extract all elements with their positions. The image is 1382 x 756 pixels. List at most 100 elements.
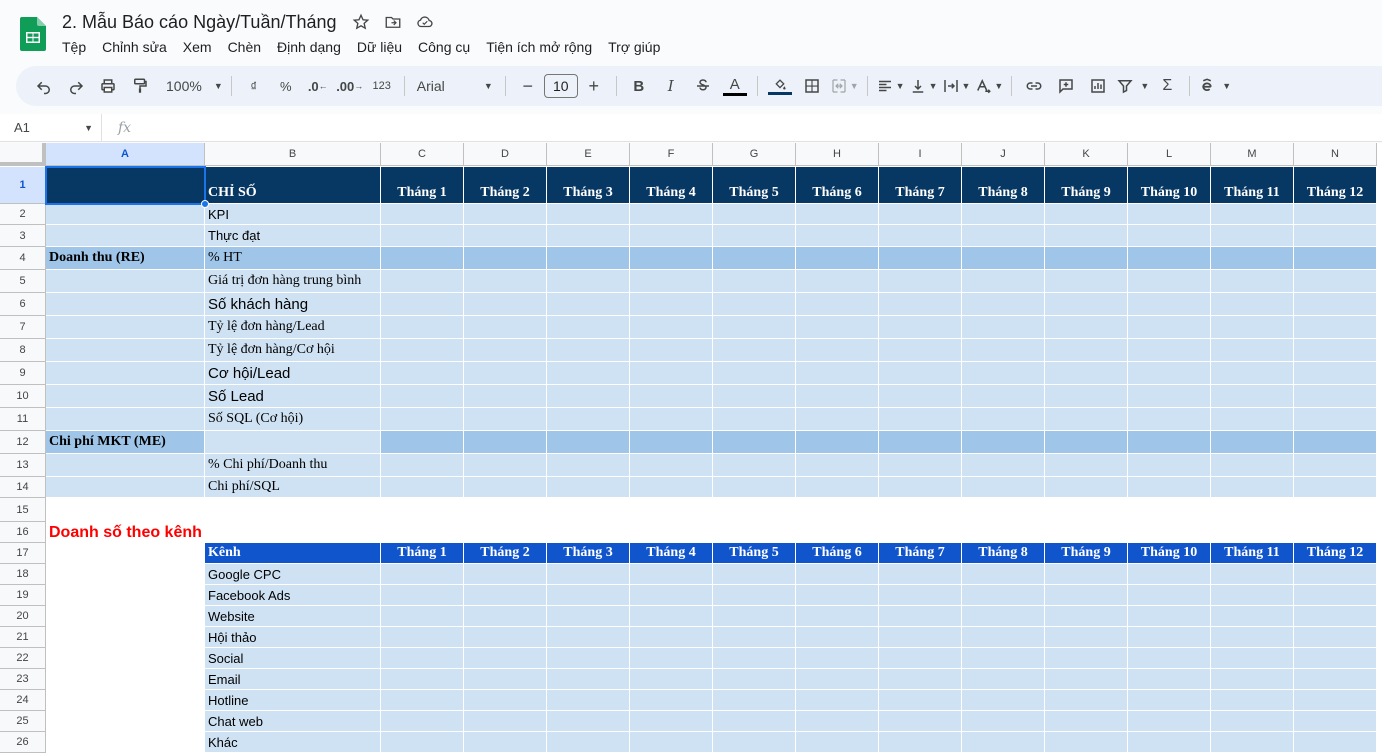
- cell-l25[interactable]: [1128, 711, 1211, 732]
- cell-b25[interactable]: Chat web: [205, 711, 381, 732]
- cell-n20[interactable]: [1294, 606, 1377, 627]
- row-header-23[interactable]: 23: [0, 669, 46, 690]
- input-tools-button[interactable]: ▼: [1198, 72, 1231, 100]
- cell-n11[interactable]: [1294, 408, 1377, 431]
- cell-h10[interactable]: [796, 385, 879, 408]
- font-size-input[interactable]: 10: [543, 74, 578, 98]
- menu-format[interactable]: Định dạng: [269, 38, 349, 58]
- cell-j14[interactable]: [962, 477, 1045, 498]
- cell-n21[interactable]: [1294, 627, 1377, 648]
- cell-n24[interactable]: [1294, 690, 1377, 711]
- cell-i19[interactable]: [879, 585, 962, 606]
- cell-e9[interactable]: [547, 362, 630, 385]
- cell-e18[interactable]: [547, 564, 630, 585]
- row-header-21[interactable]: 21: [0, 627, 46, 648]
- cell-i18[interactable]: [879, 564, 962, 585]
- cell-g9[interactable]: [713, 362, 796, 385]
- cell-i21[interactable]: [879, 627, 962, 648]
- cell-b1[interactable]: CHỈ SỐ: [205, 167, 381, 204]
- cell-f23[interactable]: [630, 669, 713, 690]
- cell-j26[interactable]: [962, 732, 1045, 753]
- cell-d17[interactable]: Tháng 2: [464, 543, 547, 564]
- cell-c10[interactable]: [381, 385, 464, 408]
- cell-i2[interactable]: [879, 204, 962, 225]
- cell-m26[interactable]: [1211, 732, 1294, 753]
- column-header-b[interactable]: B: [205, 143, 381, 166]
- menu-file[interactable]: Tệp: [54, 38, 94, 58]
- cell-m1[interactable]: Tháng 11: [1211, 167, 1294, 204]
- text-rotation-button[interactable]: ▼: [974, 72, 1003, 100]
- cell-n2[interactable]: [1294, 204, 1377, 225]
- cell-l15[interactable]: [1128, 498, 1211, 522]
- cell-f6[interactable]: [630, 293, 713, 316]
- cell-e19[interactable]: [547, 585, 630, 606]
- cell-l20[interactable]: [1128, 606, 1211, 627]
- cell-k9[interactable]: [1045, 362, 1128, 385]
- decrease-decimal-button[interactable]: .0 ←: [304, 72, 332, 100]
- row-header-12[interactable]: 12: [0, 431, 46, 454]
- cell-b21[interactable]: Hội thảo: [205, 627, 381, 648]
- cell-e14[interactable]: [547, 477, 630, 498]
- column-header-c[interactable]: C: [381, 143, 464, 166]
- cell-j2[interactable]: [962, 204, 1045, 225]
- star-icon[interactable]: [351, 12, 371, 32]
- cell-e21[interactable]: [547, 627, 630, 648]
- cell-g20[interactable]: [713, 606, 796, 627]
- cell-c8[interactable]: [381, 339, 464, 362]
- cell-n23[interactable]: [1294, 669, 1377, 690]
- row-header-16[interactable]: 16: [0, 522, 46, 543]
- cell-d22[interactable]: [464, 648, 547, 669]
- cell-h14[interactable]: [796, 477, 879, 498]
- menu-tools[interactable]: Công cụ: [410, 38, 478, 58]
- cell-m6[interactable]: [1211, 293, 1294, 316]
- cell-i22[interactable]: [879, 648, 962, 669]
- cell-l14[interactable]: [1128, 477, 1211, 498]
- cell-m4[interactable]: [1211, 247, 1294, 270]
- row-header-6[interactable]: 6: [0, 293, 46, 316]
- cell-c3[interactable]: [381, 225, 464, 247]
- decrease-font-size-button[interactable]: −: [514, 72, 542, 100]
- redo-icon[interactable]: [62, 72, 90, 100]
- cell-m14[interactable]: [1211, 477, 1294, 498]
- cell-d13[interactable]: [464, 454, 547, 477]
- cell-m11[interactable]: [1211, 408, 1294, 431]
- cell-f15[interactable]: [630, 498, 713, 522]
- cell-b3[interactable]: Thực đạt: [205, 225, 381, 247]
- row-header-11[interactable]: 11: [0, 408, 46, 431]
- cell-h11[interactable]: [796, 408, 879, 431]
- cell-n7[interactable]: [1294, 316, 1377, 339]
- cell-n1[interactable]: Tháng 12: [1294, 167, 1377, 204]
- borders-button[interactable]: [798, 72, 826, 100]
- cell-f11[interactable]: [630, 408, 713, 431]
- cell-a20[interactable]: [46, 606, 205, 627]
- cell-i20[interactable]: [879, 606, 962, 627]
- cell-f18[interactable]: [630, 564, 713, 585]
- cell-g14[interactable]: [713, 477, 796, 498]
- cell-a2[interactable]: [46, 204, 205, 225]
- increase-font-size-button[interactable]: +: [580, 72, 608, 100]
- cell-e23[interactable]: [547, 669, 630, 690]
- cell-h2[interactable]: [796, 204, 879, 225]
- cell-d4[interactable]: [464, 247, 547, 270]
- cell-e16[interactable]: [547, 522, 630, 543]
- cell-e12[interactable]: [547, 431, 630, 454]
- cell-h4[interactable]: [796, 247, 879, 270]
- cell-l26[interactable]: [1128, 732, 1211, 753]
- cell-i16[interactable]: [879, 522, 962, 543]
- row-header-18[interactable]: 18: [0, 564, 46, 585]
- cell-c12[interactable]: [381, 431, 464, 454]
- cell-c14[interactable]: [381, 477, 464, 498]
- column-header-k[interactable]: K: [1045, 143, 1128, 166]
- cell-c17[interactable]: Tháng 1: [381, 543, 464, 564]
- cell-h21[interactable]: [796, 627, 879, 648]
- cell-f22[interactable]: [630, 648, 713, 669]
- cell-c20[interactable]: [381, 606, 464, 627]
- cell-k12[interactable]: [1045, 431, 1128, 454]
- cell-a12[interactable]: Chi phí MKT (ME): [46, 431, 205, 454]
- cell-b18[interactable]: Google CPC: [205, 564, 381, 585]
- cell-k19[interactable]: [1045, 585, 1128, 606]
- cell-f19[interactable]: [630, 585, 713, 606]
- cell-e24[interactable]: [547, 690, 630, 711]
- cell-k5[interactable]: [1045, 270, 1128, 293]
- merge-cells-button[interactable]: ▼: [830, 72, 859, 100]
